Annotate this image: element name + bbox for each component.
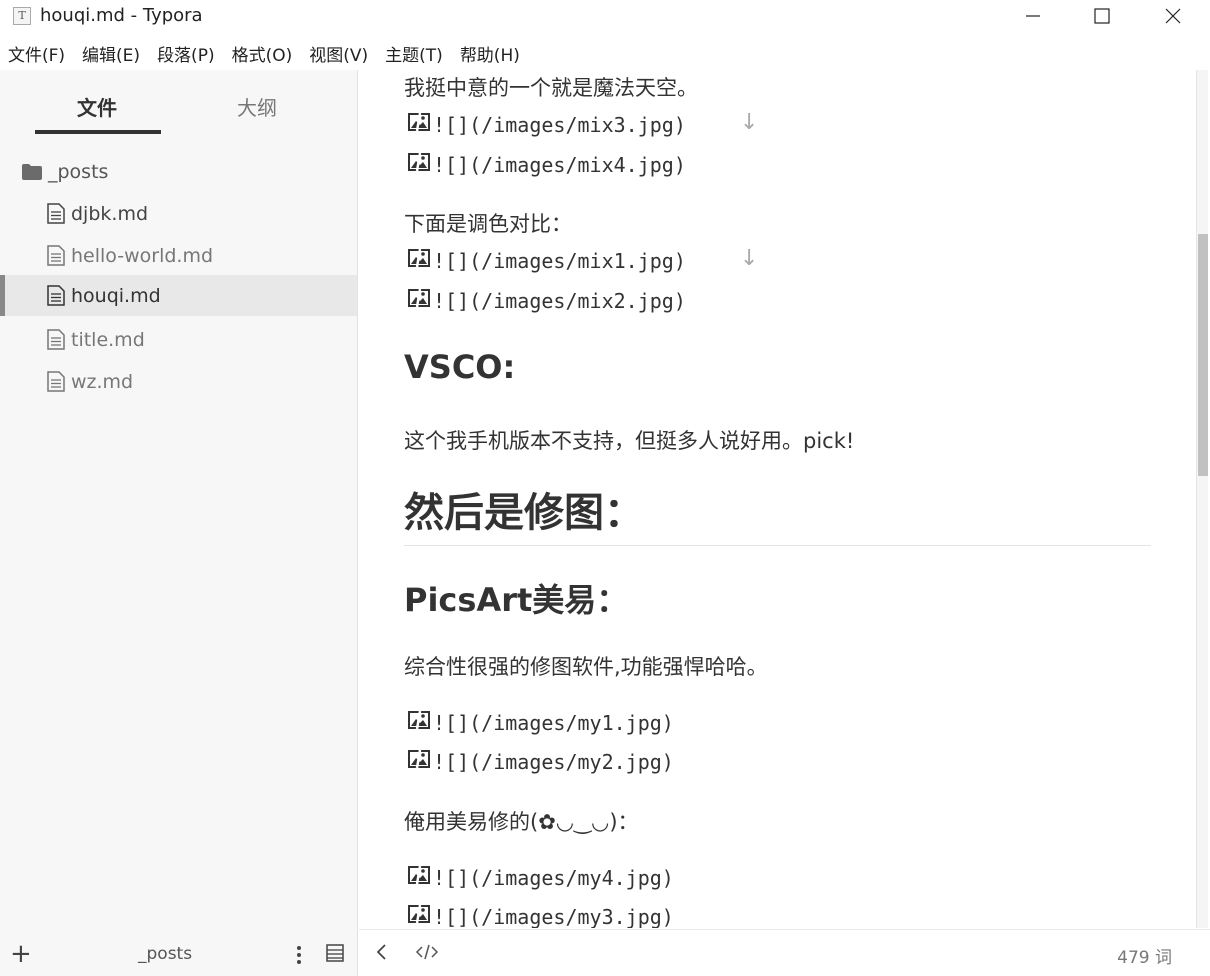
menu-theme[interactable]: 主题(T) [377,41,452,66]
tab-outline[interactable]: 大纲 [237,92,277,121]
broken-image-icon [408,248,430,273]
minimize-icon [1026,15,1040,17]
toggle-sidebar-icon[interactable] [375,943,387,965]
image-markdown-line[interactable]: ![](/images/mix2.jpg) [408,288,686,313]
menu-bar: 文件(F) 编辑(E) 段落(P) 格式(O) 视图(V) 主题(T) 帮助(H… [0,36,529,70]
heading-vsco[interactable]: VSCO: [404,348,515,386]
image-markdown-line[interactable]: ![](/images/mix1.jpg) [408,248,686,273]
window-title: houqi.md - Typora [40,5,203,26]
image-markdown-line[interactable]: ![](/images/mix4.jpg) [408,152,686,177]
file-item-houqi[interactable]: houqi.md [0,275,357,316]
image-markdown-text: ![](/images/mix3.jpg) [433,112,686,137]
image-markdown-text: ![](/images/my2.jpg) [433,749,674,774]
file-icon [47,285,65,306]
file-item-wz[interactable]: wz.md [0,361,357,402]
paragraph[interactable]: 这个我手机版本不支持，但挺多人说好用。pick! [404,425,854,455]
image-markdown-line[interactable]: ![](/images/my1.jpg) [408,710,674,735]
image-markdown-line[interactable]: ![](/images/my3.jpg) [408,904,674,928]
folder-icon [22,163,42,180]
word-count[interactable]: 479 词 [1117,943,1172,968]
add-file-button[interactable]: + [10,941,32,967]
folder-label: _posts [48,160,109,183]
file-label: wz.md [71,370,134,393]
image-markdown-line[interactable]: ![](/images/mix3.jpg) [408,112,686,137]
typora-app-icon: T [13,7,31,25]
paragraph[interactable]: 综合性很强的修图软件,功能强悍哈哈。 [404,651,768,681]
paragraph[interactable]: 我挺中意的一个就是魔法天空。 [404,72,698,102]
image-markdown-line[interactable]: ![](/images/my2.jpg) [408,749,674,774]
file-label: houqi.md [71,284,161,307]
tab-files[interactable]: 文件 [77,92,117,121]
paragraph[interactable]: 下面是调色对比： [404,208,572,238]
maximize-button[interactable] [1079,0,1125,32]
active-tab-indicator [35,130,161,134]
broken-image-icon [408,288,430,313]
sidebar-footer: + _posts [0,932,357,976]
heading-picsart[interactable]: PicsArt美易： [404,575,628,621]
status-bar: 479 词 [359,929,1210,976]
menu-file[interactable]: 文件(F) [0,41,74,66]
maximize-icon [1094,8,1110,24]
outline-toggle-icon[interactable] [326,944,344,966]
broken-image-icon [408,904,430,928]
close-icon [1165,8,1181,24]
broken-image-icon [408,152,430,177]
editor-scrollbar[interactable] [1196,70,1208,928]
minimize-button[interactable] [1010,0,1056,32]
editor-pane[interactable]: 我挺中意的一个就是魔法天空。 ![](/images/mix3.jpg) ↓ !… [359,70,1195,928]
title-bar: T houqi.md - Typora [0,0,1210,34]
image-markdown-line[interactable]: ![](/images/my4.jpg) [408,865,674,890]
file-item-djbk[interactable]: djbk.md [0,193,357,234]
menu-format[interactable]: 格式(O) [224,41,302,66]
file-label: djbk.md [71,202,149,225]
broken-image-icon [408,865,430,890]
scrollbar-thumb[interactable] [1198,234,1208,476]
image-markdown-text: ![](/images/my3.jpg) [433,904,674,929]
paragraph[interactable]: 俺用美易修的(✿◡‿◡)： [404,806,639,836]
file-icon [47,371,65,392]
menu-edit[interactable]: 编辑(E) [74,41,149,66]
file-icon [47,245,65,266]
menu-help[interactable]: 帮助(H) [452,41,529,66]
down-arrow-icon: ↓ [740,246,759,271]
file-icon [47,203,65,224]
file-icon [47,329,65,350]
image-markdown-text: ![](/images/my4.jpg) [433,865,674,890]
sidebar: 文件 大纲 _posts djbk.md hello-world.md houq… [0,70,358,976]
source-code-mode-icon[interactable] [415,943,439,965]
heading-retouch[interactable]: 然后是修图： [404,480,644,538]
menu-view[interactable]: 视图(V) [301,41,377,66]
broken-image-icon [408,112,430,137]
more-options-icon[interactable] [296,945,302,969]
broken-image-icon [408,749,430,774]
file-item-title[interactable]: title.md [0,319,357,360]
file-label: title.md [71,328,145,351]
image-markdown-text: ![](/images/my1.jpg) [433,710,674,735]
down-arrow-icon: ↓ [740,110,759,135]
close-button[interactable] [1150,0,1196,32]
file-item-hello-world[interactable]: hello-world.md [0,235,357,276]
image-markdown-text: ![](/images/mix1.jpg) [433,248,686,273]
heading-divider [404,545,1151,546]
folder-posts[interactable]: _posts [0,151,357,192]
current-folder-label[interactable]: _posts [138,944,192,964]
file-label: hello-world.md [71,244,214,267]
menu-paragraph[interactable]: 段落(P) [149,41,224,66]
broken-image-icon [408,710,430,735]
image-markdown-text: ![](/images/mix2.jpg) [433,288,686,313]
image-markdown-text: ![](/images/mix4.jpg) [433,152,686,177]
